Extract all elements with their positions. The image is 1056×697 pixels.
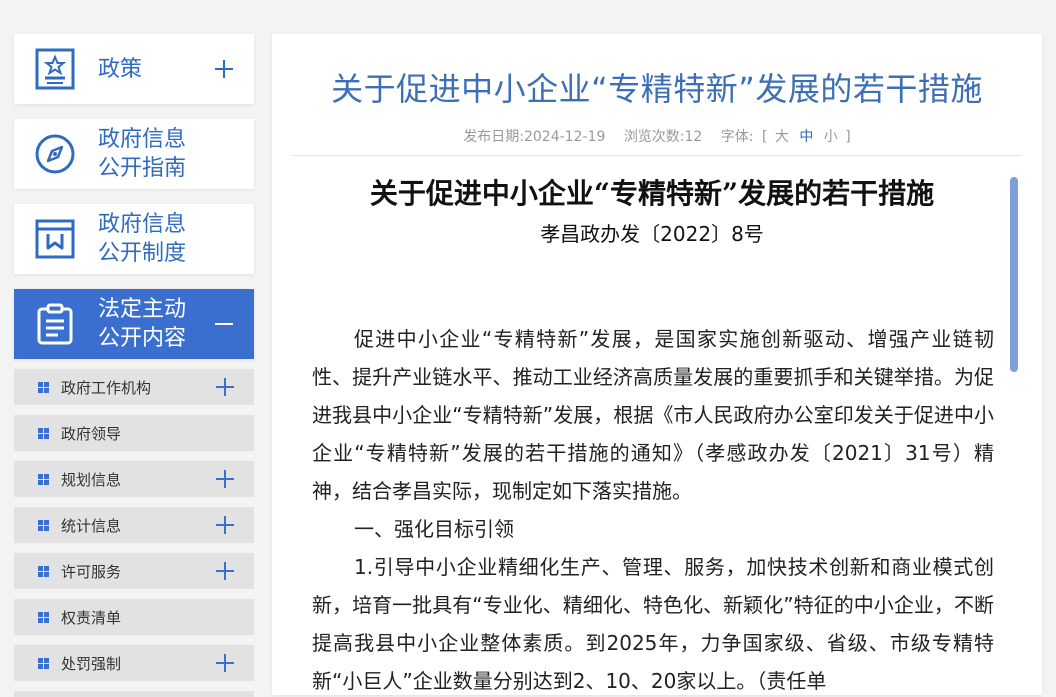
expand-plus-icon[interactable]	[214, 59, 234, 79]
grid-bullet-icon	[38, 381, 49, 393]
font-size-bracket-close: ]	[845, 129, 851, 145]
sidebar-card-label: 法定主动 公开内容	[98, 297, 187, 351]
font-size-switcher: 字体: [ 大 中 小 ]	[721, 129, 851, 145]
sidebar-subitem[interactable]: 规划信息	[14, 461, 254, 497]
sidebar-card-disclosure-guide[interactable]: 政府信息 公开指南	[14, 119, 254, 189]
clipboard-icon	[37, 303, 73, 345]
divider	[292, 155, 1022, 156]
sidebar-subitem[interactable]: 处罚强制	[14, 645, 254, 681]
sidebar-subitem[interactable]	[14, 691, 254, 697]
font-size-large-link[interactable]: 大	[775, 129, 789, 145]
expand-plus-icon[interactable]	[216, 654, 234, 672]
expand-plus-icon[interactable]	[216, 470, 234, 488]
view-count: 浏览次数:12	[623, 129, 703, 145]
policy-doc-star-icon	[35, 48, 75, 90]
sidebar-subitem-label: 处罚强制	[61, 654, 122, 673]
font-size-small-link[interactable]: 小	[824, 129, 838, 145]
sidebar-subitem-label: 规划信息	[61, 470, 122, 489]
publish-date: 发布日期:2024-12-19	[463, 129, 606, 145]
sidebar-subitem-label: 政府领导	[61, 424, 122, 443]
sidebar-subitem-label: 统计信息	[61, 516, 122, 535]
sidebar-subitem-label: 许可服务	[61, 562, 122, 581]
grid-bullet-icon	[38, 657, 49, 669]
sidebar-card-policy[interactable]: 政策	[14, 34, 254, 104]
font-size-label: 字体:	[720, 129, 754, 145]
grid-bullet-icon	[38, 565, 49, 577]
expand-plus-icon[interactable]	[216, 378, 234, 396]
body-paragraph: 促进中小企业“专精特新”发展，是国家实施创新驱动、增强产业链韧性、提升产业链水平…	[312, 327, 994, 503]
sidebar-subitem[interactable]: 权责清单	[14, 599, 254, 635]
archive-box-icon	[35, 219, 75, 259]
sidebar-subitem[interactable]: 许可服务	[14, 553, 254, 589]
sidebar-card-disclosure-system[interactable]: 政府信息 公开制度	[14, 204, 254, 274]
sidebar-subitem[interactable]: 政府工作机构	[14, 369, 254, 405]
article-body: 促进中小企业“专精特新”发展，是国家实施创新驱动、增强产业链韧性、提升产业链水平…	[312, 320, 994, 695]
body-paragraph: 一、强化目标引领	[354, 517, 514, 541]
sidebar-card-label: 政府信息 公开指南	[98, 127, 187, 181]
page-title: 关于促进中小企业“专精特新”发展的若干措施	[331, 70, 983, 108]
expand-plus-icon[interactable]	[216, 562, 234, 580]
font-size-medium-link[interactable]: 中	[799, 129, 813, 145]
grid-bullet-icon	[38, 519, 49, 531]
font-size-bracket-open: [	[761, 129, 768, 145]
sidebar-card-label: 政府信息 公开制度	[98, 212, 187, 266]
sidebar-subitem-label: 政府工作机构	[61, 378, 152, 397]
body-paragraph: 1.引导中小企业精细化生产、管理、服务，加快技术创新和商业模式创新，培育一批具有…	[312, 555, 994, 693]
expand-plus-icon[interactable]	[216, 516, 234, 534]
sidebar-card-label: 政策	[98, 56, 143, 82]
grid-bullet-icon	[38, 473, 49, 485]
sidebar-card-statutory-disclosure[interactable]: 法定主动 公开内容	[14, 289, 254, 359]
sidebar-subitem[interactable]: 政府领导	[14, 415, 254, 451]
compass-icon	[35, 134, 75, 174]
document-number: 孝昌政办发〔2022〕8号	[540, 222, 764, 246]
scrollbar-thumb[interactable]	[1010, 177, 1018, 372]
sidebar-subitem[interactable]: 统计信息	[14, 507, 254, 543]
article-panel: 关于促进中小企业“专精特新”发展的若干措施 发布日期:2024-12-19 浏览…	[272, 34, 1042, 695]
grid-bullet-icon	[38, 611, 49, 623]
document-title: 关于促进中小企业“专精特新”发展的若干措施	[369, 177, 935, 210]
grid-bullet-icon	[38, 427, 49, 439]
sidebar-subitem-label: 权责清单	[61, 608, 122, 627]
collapse-minus-icon[interactable]	[214, 314, 234, 334]
article-meta: 发布日期:2024-12-19 浏览次数:12 字体: [ 大 中 小 ]	[272, 126, 1042, 146]
